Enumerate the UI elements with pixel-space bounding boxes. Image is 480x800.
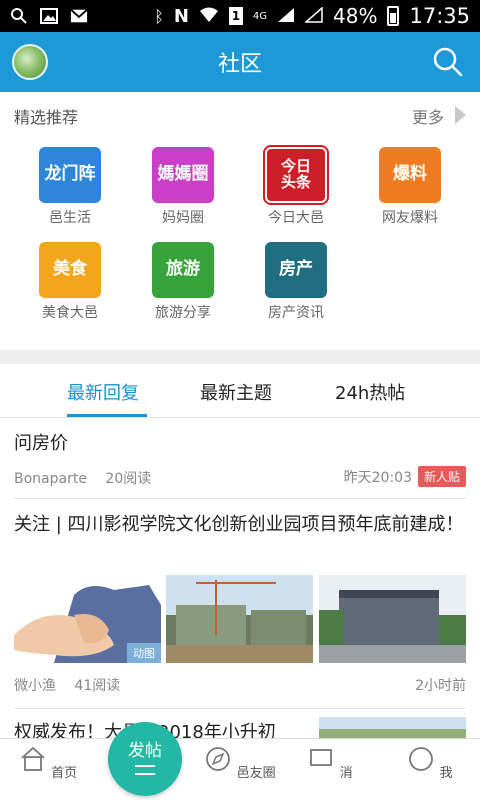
featured-item-mamaquan[interactable]: 媽媽圈 妈妈圈 [138, 147, 228, 227]
post-image-construction [166, 575, 313, 663]
network-type: 4G [252, 10, 268, 22]
signal-icon-2 [304, 4, 323, 28]
nav-home-label: 首页 [51, 766, 78, 781]
nav-home[interactable]: 首页 [8, 745, 88, 781]
featured-item-fangchan[interactable]: 房产 房产资讯 [251, 242, 341, 322]
featured-item-lvyou[interactable]: 旅游 旅游分享 [138, 242, 228, 322]
image-notification-icon [40, 7, 58, 25]
nav-messages-label: 消 [339, 766, 353, 781]
featured-item-label: 房产资讯 [268, 305, 324, 321]
mamaquan-icon: 媽媽圈 [152, 147, 214, 203]
post-meta: 微小渔 41阅读 [14, 675, 120, 695]
post-image-building [319, 575, 466, 663]
featured-heading: 精选推荐 [14, 108, 79, 127]
home-icon [21, 746, 45, 771]
lvyou-icon: 旅游 [152, 242, 214, 298]
search-button[interactable] [430, 44, 466, 80]
more-link[interactable]: 更多 [412, 104, 444, 128]
post-reads: 20阅读 [105, 471, 152, 487]
active-tab-indicator [67, 414, 147, 417]
post-image-gif: 动图 [14, 575, 161, 663]
signal-icon [277, 4, 295, 28]
featured-item-label: 邑生活 [49, 210, 91, 226]
featured-item-baoliao[interactable]: 爆料 网友爆料 [365, 147, 455, 227]
featured-item-meishi[interactable]: 美食 美食大邑 [25, 242, 115, 322]
nav-me[interactable]: 我 [390, 745, 470, 781]
compass-icon [206, 747, 231, 771]
post-title: 问房价 [14, 433, 68, 454]
wifi-icon [199, 4, 219, 28]
tab-latest-replies[interactable]: 最新回复 [67, 379, 139, 405]
battery-icon [387, 6, 400, 26]
message-icon [310, 749, 333, 766]
meishi-icon: 美食 [39, 242, 101, 298]
app-bar: 社区 [0, 32, 480, 92]
battery-percent: 48% [333, 4, 378, 28]
post-item[interactable]: 关注 | 四川影视学院文化创新创业园项目预年底前建成！ 动图 微小渔 41阅读 … [0, 499, 480, 709]
mail-notification-icon [70, 7, 88, 25]
screen: ᛒ N 1 4G 48% 17:35 社区 精选推荐 更多 龙门阵 邑生活 媽媽… [0, 0, 480, 800]
chevron-right-icon[interactable] [455, 106, 466, 124]
user-icon [409, 747, 434, 771]
status-bar: ᛒ N 1 4G 48% 17:35 [0, 0, 480, 32]
post-author: 微小渔 [14, 678, 56, 694]
featured-item-label: 旅游分享 [155, 305, 211, 321]
longmenzhen-icon: 龙门阵 [39, 147, 101, 203]
featured-section: 精选推荐 更多 龙门阵 邑生活 媽媽圈 妈妈圈 今日 头条 今日大邑 爆料 网友爆… [0, 92, 480, 350]
post-time: 2小时前 [415, 678, 466, 694]
nav-me-label: 我 [439, 766, 453, 781]
post-item[interactable]: 权威发布！大邑县2018年小升初 [0, 709, 480, 738]
featured-item-label: 妈妈圈 [162, 210, 204, 226]
nfc-icon: N [173, 5, 189, 27]
tab-hot-24h[interactable]: 24h热帖 [335, 379, 405, 405]
search-icon [433, 47, 463, 77]
post-feed: 问房价 Bonaparte 20阅读 昨天20:03 新人贴 关注 | 四川影视… [0, 418, 480, 738]
featured-item-label: 网友爆料 [382, 210, 438, 226]
page-title: 社区 [217, 52, 262, 77]
section-divider [0, 350, 480, 364]
avatar[interactable] [12, 44, 48, 80]
post-meta-right: 2小时前 [415, 675, 466, 695]
gif-badge: 动图 [127, 643, 161, 663]
post-meta-right: 昨天20:03 新人贴 [344, 466, 466, 487]
nav-friends[interactable]: 邑友圈 [200, 745, 280, 781]
clock: 17:35 [409, 4, 470, 28]
tab-bar: 最新回复 最新主题 24h热帖 [0, 364, 480, 418]
menu-lines-icon [135, 765, 155, 775]
sim-icon: 1 [228, 7, 243, 25]
post-image-preview [319, 717, 466, 738]
new-user-badge: 新人贴 [417, 466, 466, 487]
featured-item-label: 今日大邑 [268, 210, 324, 226]
post-title: 关注 | 四川影视学院文化创新创业园项目预年底前建成！ [14, 514, 464, 535]
post-time: 昨天20:03 [343, 469, 412, 486]
featured-item-jinridayi[interactable]: 今日 头条 今日大邑 [251, 145, 341, 227]
new-post-label: 发帖 [128, 741, 162, 761]
featured-item-yishenghuo[interactable]: 龙门阵 邑生活 [25, 147, 115, 227]
toutiao-icon: 今日 头条 [263, 145, 329, 205]
nav-messages[interactable]: 消 [290, 745, 370, 781]
new-post-button[interactable]: 发帖 [108, 722, 182, 796]
post-meta: Bonaparte 20阅读 [14, 468, 151, 488]
nav-friends-label: 邑友圈 [236, 766, 276, 781]
tab-latest-topics[interactable]: 最新主题 [200, 379, 272, 405]
post-item[interactable]: 问房价 Bonaparte 20阅读 昨天20:03 新人贴 [0, 418, 480, 498]
post-reads: 41阅读 [74, 678, 121, 694]
post-author: Bonaparte [14, 471, 87, 487]
bottom-nav: 首页 邑友圈 消 我 [0, 738, 480, 800]
baoliao-icon: 爆料 [379, 147, 441, 203]
search-notification-icon [10, 7, 28, 25]
featured-item-label: 美食大邑 [42, 305, 98, 321]
fangchan-icon: 房产 [265, 242, 327, 298]
bluetooth-icon: ᛒ [154, 6, 164, 26]
